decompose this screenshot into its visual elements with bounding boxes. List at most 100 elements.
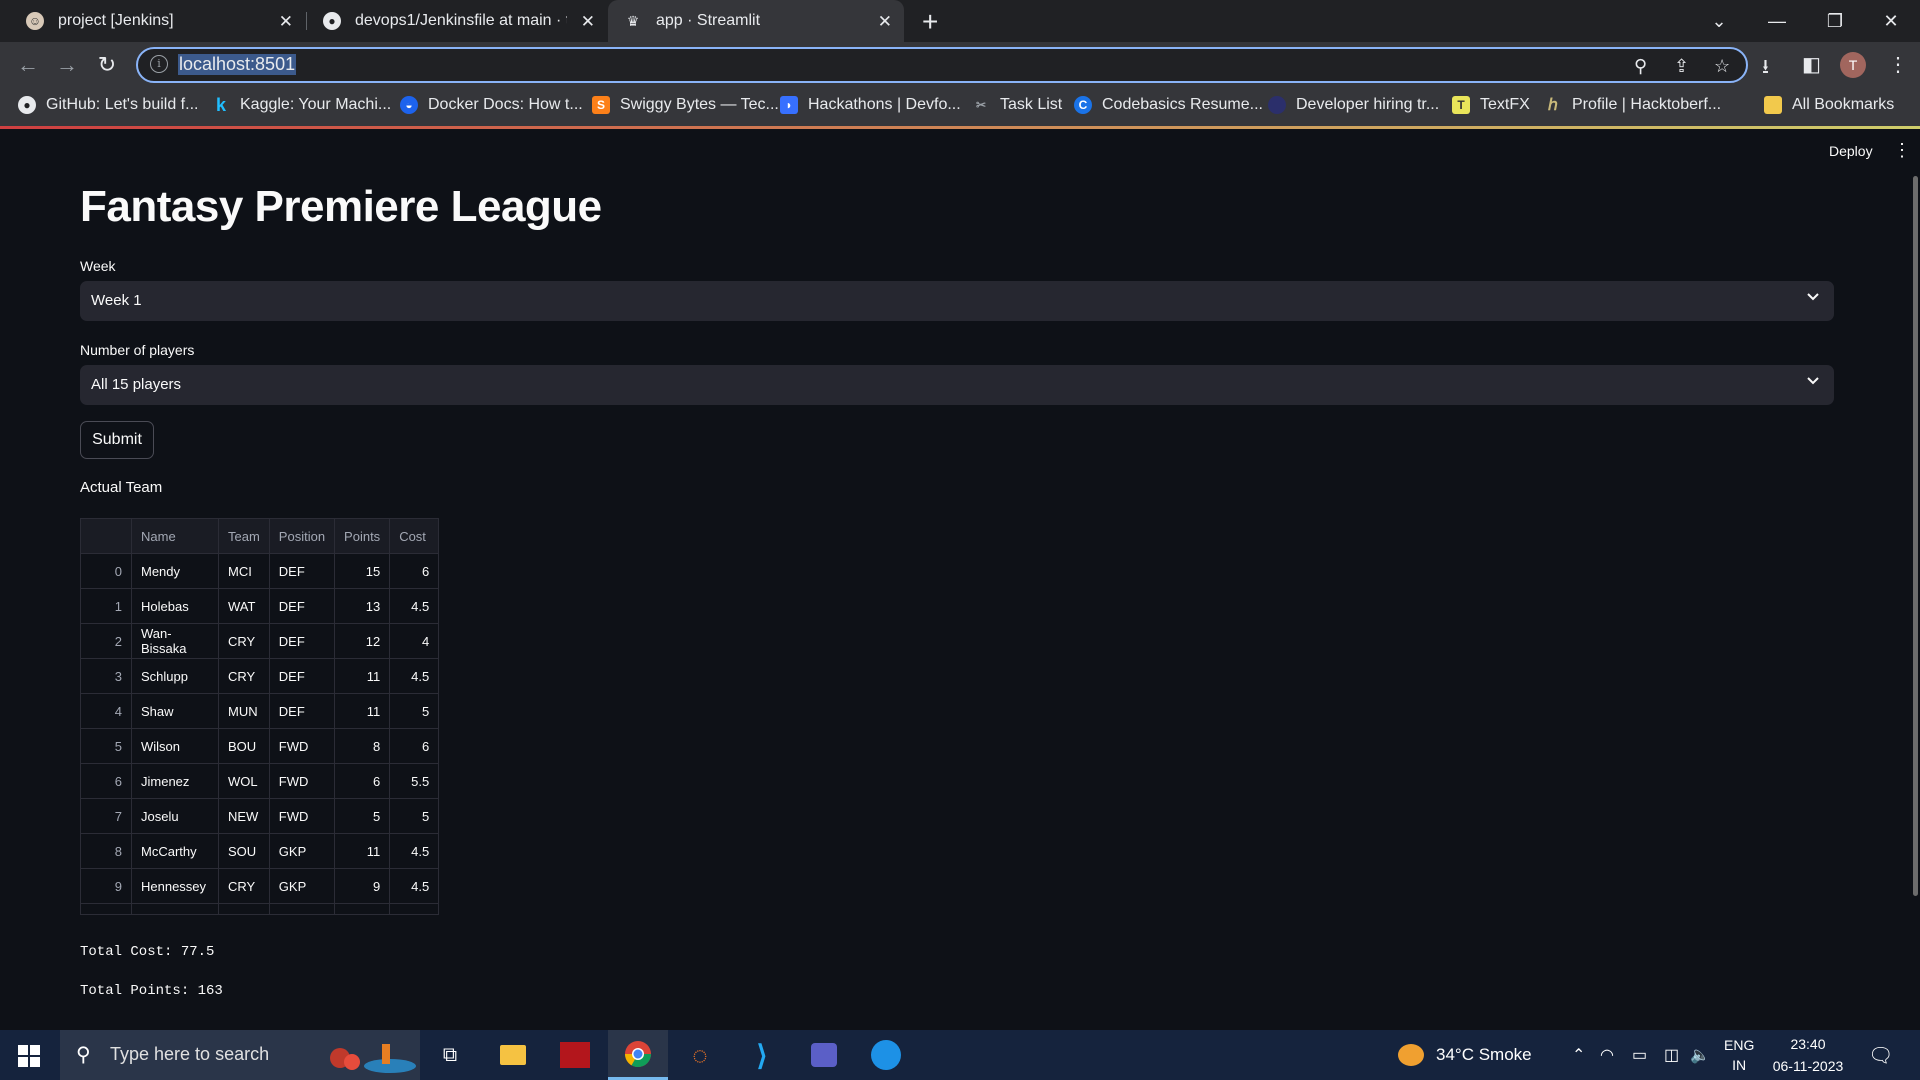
table-cell[interactable]: CRY xyxy=(218,868,270,904)
bookmark-textfx[interactable]: T TextFX xyxy=(1452,96,1530,114)
table-cell[interactable]: DEF xyxy=(269,693,336,729)
table-cell[interactable]: 12 xyxy=(334,623,391,659)
table-row[interactable]: 7 Joselu NEW FWD 5 5 xyxy=(80,798,440,834)
table-cell[interactable]: MCI xyxy=(218,553,270,589)
table-row[interactable]: 5 Wilson BOU FWD 8 6 xyxy=(80,728,440,764)
table-cell[interactable]: 4.5 xyxy=(389,588,440,624)
new-tab-button[interactable]: + xyxy=(922,6,938,38)
tab-github[interactable]: ● devops1/Jenkinsfile at main · tar ✕ xyxy=(307,0,607,42)
table-cell[interactable]: 6 xyxy=(334,763,391,799)
table-cell[interactable]: 4.5 xyxy=(389,658,440,694)
task-view-icon[interactable]: ⧉ xyxy=(420,1030,480,1080)
column-header-team[interactable]: Team xyxy=(218,518,270,554)
bookmark-developer-hiring[interactable]: Developer hiring tr... xyxy=(1268,96,1439,114)
input-language[interactable]: ENG IN xyxy=(1724,1030,1754,1080)
bookmark-github[interactable]: ● GitHub: Let's build f... xyxy=(18,96,198,114)
url-text[interactable]: localhost:8501 xyxy=(178,54,297,75)
table-cell[interactable]: DEF xyxy=(269,658,336,694)
notification-icon[interactable]: 🗨 xyxy=(1868,1030,1893,1080)
share-icon[interactable]: ⇪ xyxy=(1674,56,1689,77)
table-cell[interactable]: CRY xyxy=(218,658,270,694)
table-row[interactable]: 2 Wan-Bissaka CRY DEF 12 4 xyxy=(80,623,440,659)
wifi-icon[interactable]: ◠ xyxy=(1600,1030,1614,1080)
bookmark-codebasics[interactable]: C Codebasics Resume... xyxy=(1074,96,1263,114)
vscode-icon[interactable]: ⟩ xyxy=(732,1030,792,1080)
bookmark-hacktoberfest[interactable]: ℎ Profile | Hacktoberf... xyxy=(1544,96,1721,114)
all-bookmarks[interactable]: All Bookmarks xyxy=(1764,96,1894,114)
back-button[interactable]: ← xyxy=(14,51,42,79)
column-header-cost[interactable]: Cost xyxy=(389,518,440,554)
close-tab-icon[interactable]: ✕ xyxy=(878,12,892,32)
submit-button[interactable]: Submit xyxy=(80,421,154,459)
download-icon[interactable]: ⭳ xyxy=(1762,52,1769,86)
table-cell[interactable]: FWD xyxy=(269,798,336,834)
table-cell[interactable]: DEF xyxy=(269,623,336,659)
table-cell[interactable]: CRY xyxy=(218,623,270,659)
table-cell[interactable]: Shaw xyxy=(131,693,219,729)
chrome-icon[interactable] xyxy=(608,1030,668,1080)
table-cell[interactable]: SOU xyxy=(218,833,270,869)
table-cell[interactable]: WAT xyxy=(218,588,270,624)
table-cell[interactable]: 6 xyxy=(389,728,440,764)
page-scrollbar[interactable] xyxy=(1913,176,1918,896)
players-select[interactable]: All 15 players xyxy=(80,365,1834,405)
windows-start-icon[interactable] xyxy=(18,1045,40,1067)
table-cell[interactable]: Schlupp xyxy=(131,658,219,694)
table-cell[interactable]: 4.5 xyxy=(389,833,440,869)
menu-icon[interactable]: ⋮ xyxy=(1888,52,1908,77)
table-cell[interactable]: GKP xyxy=(269,833,336,869)
zoom-icon[interactable]: ⚲ xyxy=(1634,56,1647,77)
table-cell[interactable]: 6 xyxy=(389,553,440,589)
table-row[interactable]: 0 Mendy MCI DEF 15 6 xyxy=(80,553,440,589)
column-header-name[interactable]: Name xyxy=(131,518,219,554)
main-menu-icon[interactable]: ⋮ xyxy=(1893,140,1911,161)
column-header-position[interactable]: Position xyxy=(269,518,336,554)
bookmark-swiggy[interactable]: S Swiggy Bytes — Tec... xyxy=(592,96,779,114)
meet-icon[interactable]: ◫ xyxy=(1664,1030,1679,1080)
reload-button[interactable]: ↻ xyxy=(93,51,121,79)
table-cell[interactable]: 11 xyxy=(334,693,391,729)
table-cell[interactable]: GKP xyxy=(269,868,336,904)
forward-button[interactable]: → xyxy=(53,51,81,79)
table-row[interactable]: 3 Schlupp CRY DEF 11 4.5 xyxy=(80,658,440,694)
bookmark-devfolio[interactable]: ◗ Hackathons | Devfo... xyxy=(780,96,961,114)
close-tab-icon[interactable]: ✕ xyxy=(279,12,293,32)
table-cell[interactable]: 4 xyxy=(389,623,440,659)
clock[interactable]: 23:40 06-11-2023 xyxy=(1768,1030,1848,1080)
side-panel-icon[interactable]: ◧ xyxy=(1802,52,1821,77)
table-row[interactable]: 9 Hennessey CRY GKP 9 4.5 xyxy=(80,868,440,904)
jupyter-icon[interactable]: ◌ xyxy=(670,1030,730,1080)
app-red-icon[interactable] xyxy=(545,1030,605,1080)
volume-icon[interactable]: 🔈 xyxy=(1690,1030,1710,1080)
bookmark-task-list[interactable]: ✂ Task List xyxy=(972,96,1062,114)
bookmark-star-icon[interactable]: ☆ xyxy=(1714,56,1730,77)
address-bar[interactable]: i localhost:8501 ⚲ ⇪ ☆ xyxy=(136,47,1748,83)
table-cell[interactable]: 5 xyxy=(334,798,391,834)
table-cell[interactable]: Holebas xyxy=(131,588,219,624)
table-cell[interactable]: Wilson xyxy=(131,728,219,764)
site-info-icon[interactable]: i xyxy=(150,55,168,73)
file-explorer-icon[interactable] xyxy=(483,1030,543,1080)
docker-desktop-icon[interactable] xyxy=(856,1030,916,1080)
table-cell[interactable]: Hennessey xyxy=(131,868,219,904)
bookmark-kaggle[interactable]: k Kaggle: Your Machi... xyxy=(212,95,391,115)
week-select[interactable]: Week 1 xyxy=(80,281,1834,321)
team-dataframe[interactable]: Name Team Position Points Cost 0 Mendy MCI… xyxy=(80,518,440,915)
table-cell[interactable]: Joselu xyxy=(131,798,219,834)
table-row[interactable]: 1 Holebas WAT DEF 13 4.5 xyxy=(80,588,440,624)
table-row[interactable]: 8 McCarthy SOU GKP 11 4.5 xyxy=(80,833,440,869)
table-row[interactable]: 6 Jimenez WOL FWD 6 5.5 xyxy=(80,763,440,799)
table-cell[interactable]: DEF xyxy=(269,588,336,624)
weather-widget[interactable]: 34°C Smoke xyxy=(1398,1030,1532,1080)
table-row[interactable]: 4 Shaw MUN DEF 11 5 xyxy=(80,693,440,729)
table-cell[interactable]: FWD xyxy=(269,728,336,764)
table-cell[interactable]: NEW xyxy=(218,798,270,834)
restore-button[interactable]: ❐ xyxy=(1806,0,1864,42)
table-cell[interactable]: McCarthy xyxy=(131,833,219,869)
table-cell[interactable]: 8 xyxy=(334,728,391,764)
column-header-points[interactable]: Points xyxy=(334,518,391,554)
table-cell[interactable]: BOU xyxy=(218,728,270,764)
battery-icon[interactable]: ▭ xyxy=(1632,1030,1647,1080)
table-cell[interactable]: Mendy xyxy=(131,553,219,589)
table-cell[interactable]: WOL xyxy=(218,763,270,799)
